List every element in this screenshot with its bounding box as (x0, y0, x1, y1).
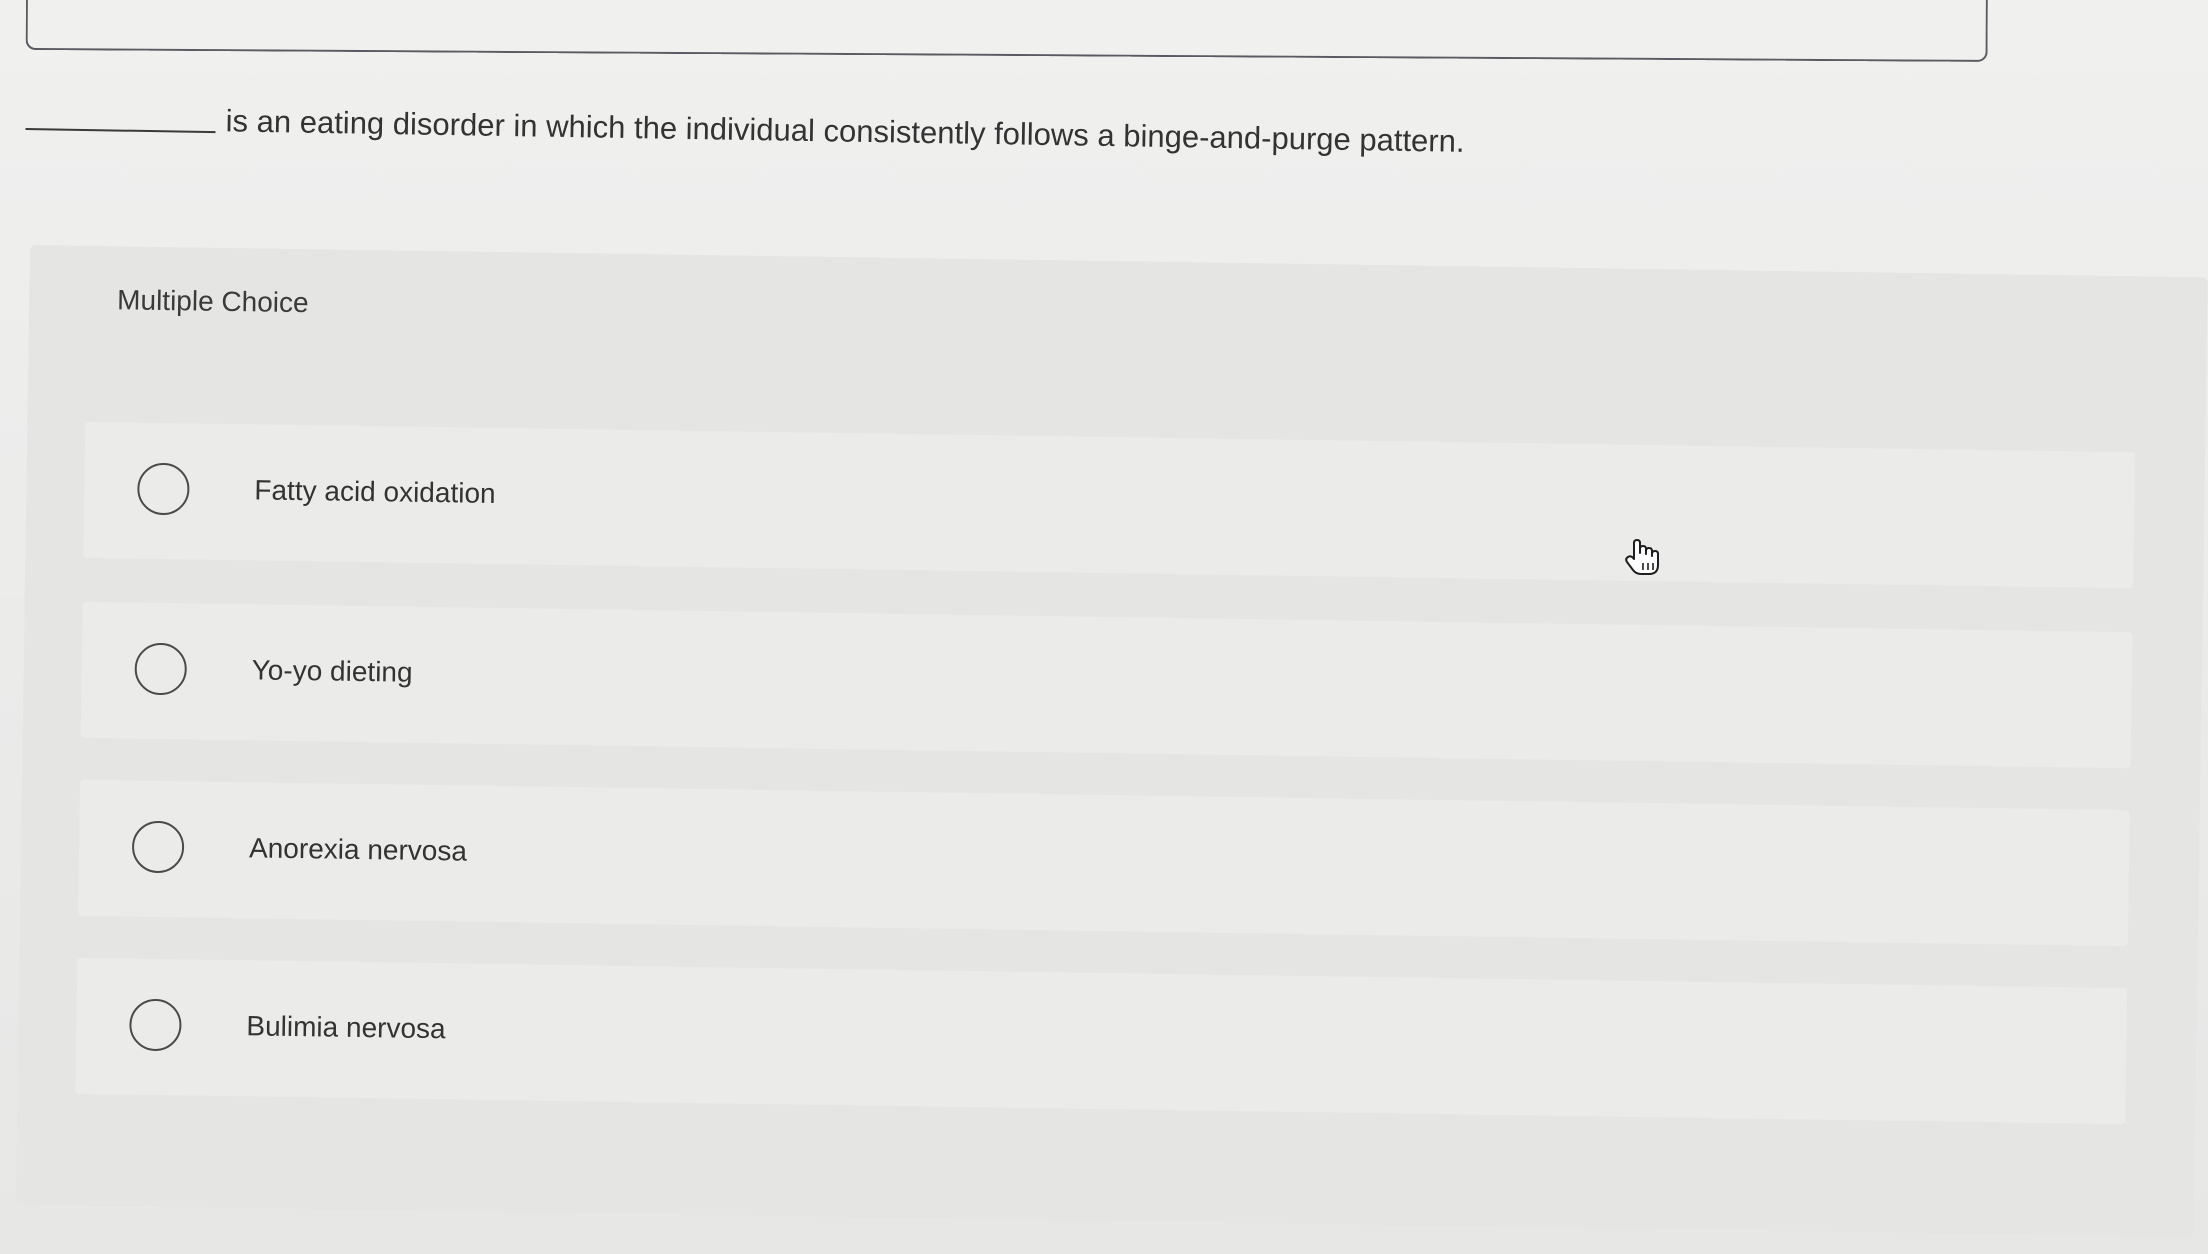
question-prompt: is an eating disorder in which the indiv… (25, 100, 1726, 198)
fill-in-blank-line (25, 127, 216, 134)
multiple-choice-panel: Multiple Choice Fatty acid oxidation Yo-… (15, 245, 2208, 1238)
choice-label-2: Yo-yo dieting (251, 654, 413, 688)
radio-button-2[interactable] (134, 642, 188, 696)
choice-label-4: Bulimia nervosa (246, 1010, 446, 1045)
multiple-choice-heading: Multiple Choice (116, 284, 309, 319)
previous-card-frame (25, 0, 1988, 62)
radio-button-4[interactable] (129, 998, 182, 1052)
radio-button-1[interactable] (137, 462, 190, 516)
question-text: is an eating disorder in which the indiv… (225, 103, 1465, 159)
hand-pointer-icon (1624, 537, 1660, 577)
radio-button-3[interactable] (131, 820, 185, 874)
choice-label-3: Anorexia nervosa (248, 832, 468, 867)
choice-option-2[interactable]: Yo-yo dieting (80, 601, 2133, 769)
choice-option-1[interactable]: Fatty acid oxidation (83, 421, 2136, 589)
choice-option-4[interactable]: Bulimia nervosa (75, 957, 2128, 1125)
choice-option-3[interactable]: Anorexia nervosa (78, 779, 2130, 947)
choice-label-1: Fatty acid oxidation (254, 474, 496, 509)
